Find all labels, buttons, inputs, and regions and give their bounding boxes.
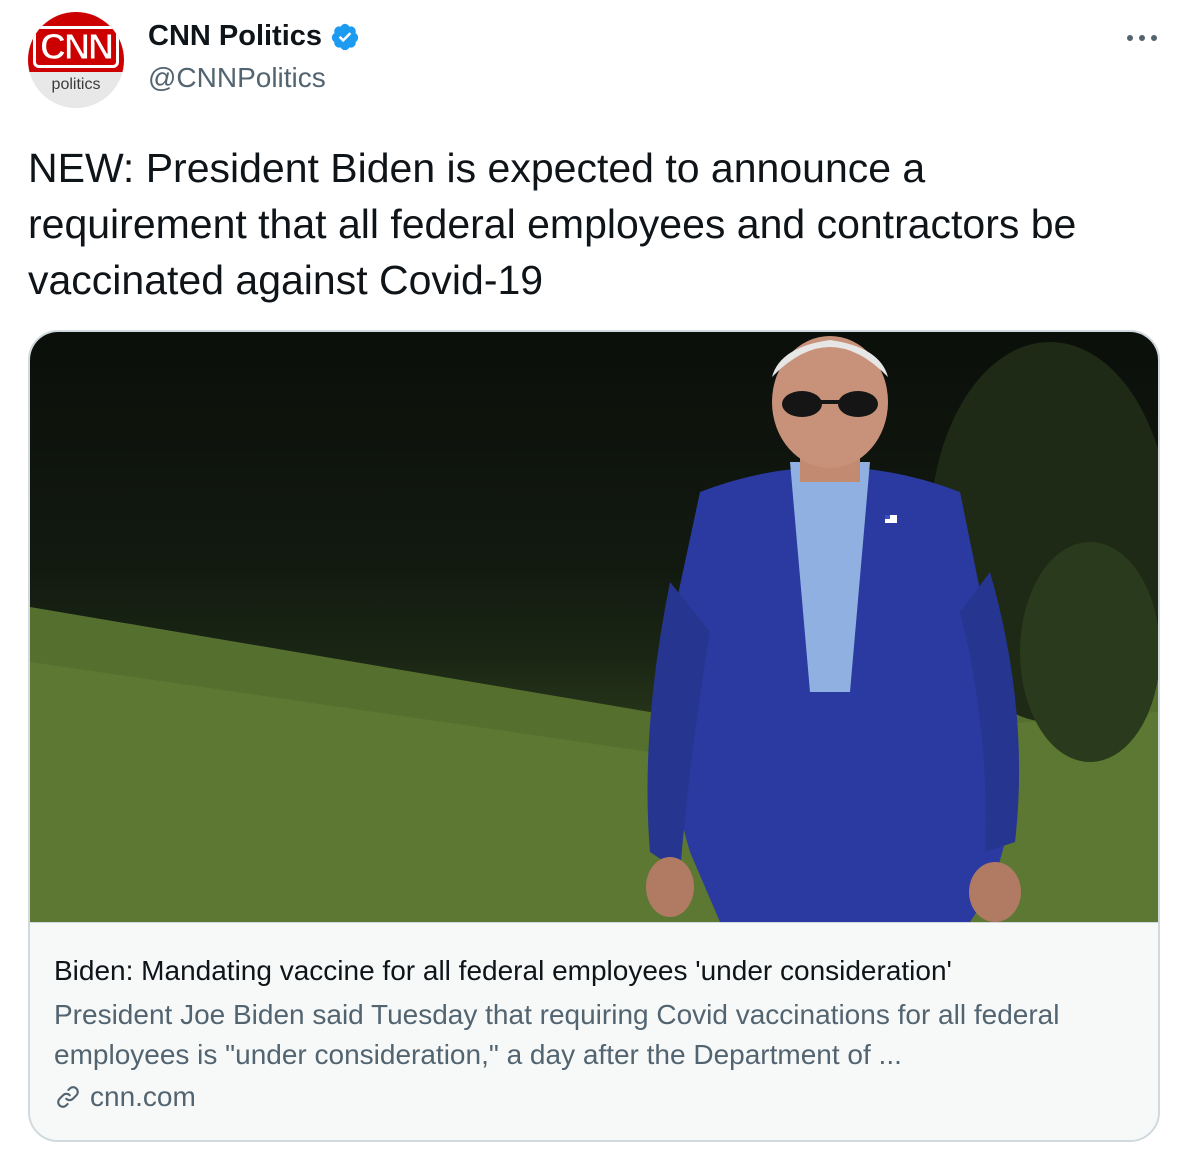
card-photo-illustration <box>30 336 1158 922</box>
card-domain: cnn.com <box>90 1081 196 1112</box>
card-domain-row: cnn.com <box>54 1081 1134 1113</box>
card-meta: Biden: Mandating vaccine for all federal… <box>30 922 1158 1140</box>
cnn-logo: CNN <box>28 26 124 68</box>
verified-badge-icon <box>331 23 359 50</box>
card-image <box>30 332 1158 922</box>
avatar[interactable]: CNN politics <box>28 12 124 108</box>
display-name[interactable]: CNN Politics <box>148 20 322 53</box>
link-preview-card[interactable]: Biden: Mandating vaccine for all federal… <box>28 330 1160 1142</box>
handle[interactable]: @CNNPolitics <box>148 62 326 94</box>
avatar-sub-label: politics <box>51 76 101 93</box>
card-description: President Joe Biden said Tuesday that re… <box>54 999 1060 1070</box>
card-title: Biden: Mandating vaccine for all federal… <box>54 955 952 986</box>
link-icon <box>57 1086 79 1108</box>
more-options-icon[interactable] <box>1122 26 1162 50</box>
author-name-row: CNN Politics <box>148 20 360 53</box>
tweet-text: NEW: President Biden is expected to anno… <box>28 145 1077 303</box>
cnn-logo-text: CNN <box>33 26 119 68</box>
